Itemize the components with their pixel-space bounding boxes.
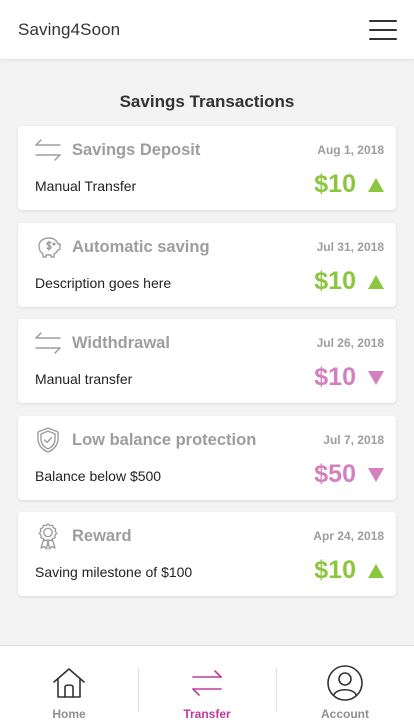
transaction-title: Low balance protection [72,430,257,449]
transaction-card[interactable]: Low balance protection Jul 7, 2018 Balan… [18,415,396,500]
transaction-title: Reward [72,527,132,545]
hamburger-menu-icon[interactable] [369,19,397,40]
tab-account[interactable]: Account [276,646,414,726]
transaction-description: Balance below $500 [35,467,162,484]
shield-check-icon [34,426,62,454]
transaction-list: Savings Deposit Aug 1, 2018 Manual Trans… [18,126,396,609]
app-header: Saving4Soon [0,0,414,60]
tab-transfer[interactable]: Transfer [138,646,276,726]
transaction-description: Manual Transfer [35,178,137,194]
transaction-description: Saving milestone of $100 [35,564,193,580]
transaction-card[interactable]: Automatic saving Jul 31, 2018 Descriptio… [18,222,396,307]
up-arrow-icon [368,178,384,192]
transaction-amount: $10 [314,266,356,295]
user-circle-icon [325,663,365,703]
app-title: Saving4Soon [18,19,121,39]
transaction-description: Manual transfer [35,371,133,387]
up-arrow-icon [368,564,384,578]
transfer-arrows-icon [34,329,62,357]
transaction-amount: $10 [314,363,356,391]
section-title: Savings Transactions [119,92,295,111]
transaction-description: Description goes here [35,274,172,291]
transaction-title: Automatic saving [72,237,210,256]
transaction-title: Widthdrawal [72,334,170,352]
transaction-card[interactable]: Widthdrawal Jul 26, 2018 Manual transfer… [18,319,396,403]
transaction-card[interactable]: Reward Apr 24, 2018 Saving milestone of … [18,512,396,596]
transaction-amount: $10 [314,170,356,198]
tab-label: Home [52,707,86,721]
transfer-arrows-icon [34,136,62,164]
bottom-tab-bar: Home Transfer Account [0,645,414,726]
tab-home[interactable]: Home [0,646,138,726]
transaction-date: Apr 24, 2018 [313,529,384,543]
piggy-bank-icon [34,233,62,261]
transfer-arrows-icon [187,663,227,703]
tab-label: Account [321,707,369,721]
transaction-card[interactable]: Savings Deposit Aug 1, 2018 Manual Trans… [18,126,396,210]
home-icon [49,663,89,703]
tab-label: Transfer [183,707,231,721]
transaction-title: Savings Deposit [72,141,201,159]
down-arrow-icon [368,371,384,385]
transaction-date: Jul 31, 2018 [316,239,384,254]
transaction-date: Aug 1, 2018 [317,143,384,157]
transaction-amount: $10 [314,556,356,584]
transaction-date: Jul 26, 2018 [316,336,384,350]
transaction-amount: $50 [314,459,356,488]
down-arrow-icon [368,467,384,482]
transaction-date: Jul 7, 2018 [323,432,384,447]
up-arrow-icon [368,274,384,289]
award-ribbon-icon [34,522,62,550]
